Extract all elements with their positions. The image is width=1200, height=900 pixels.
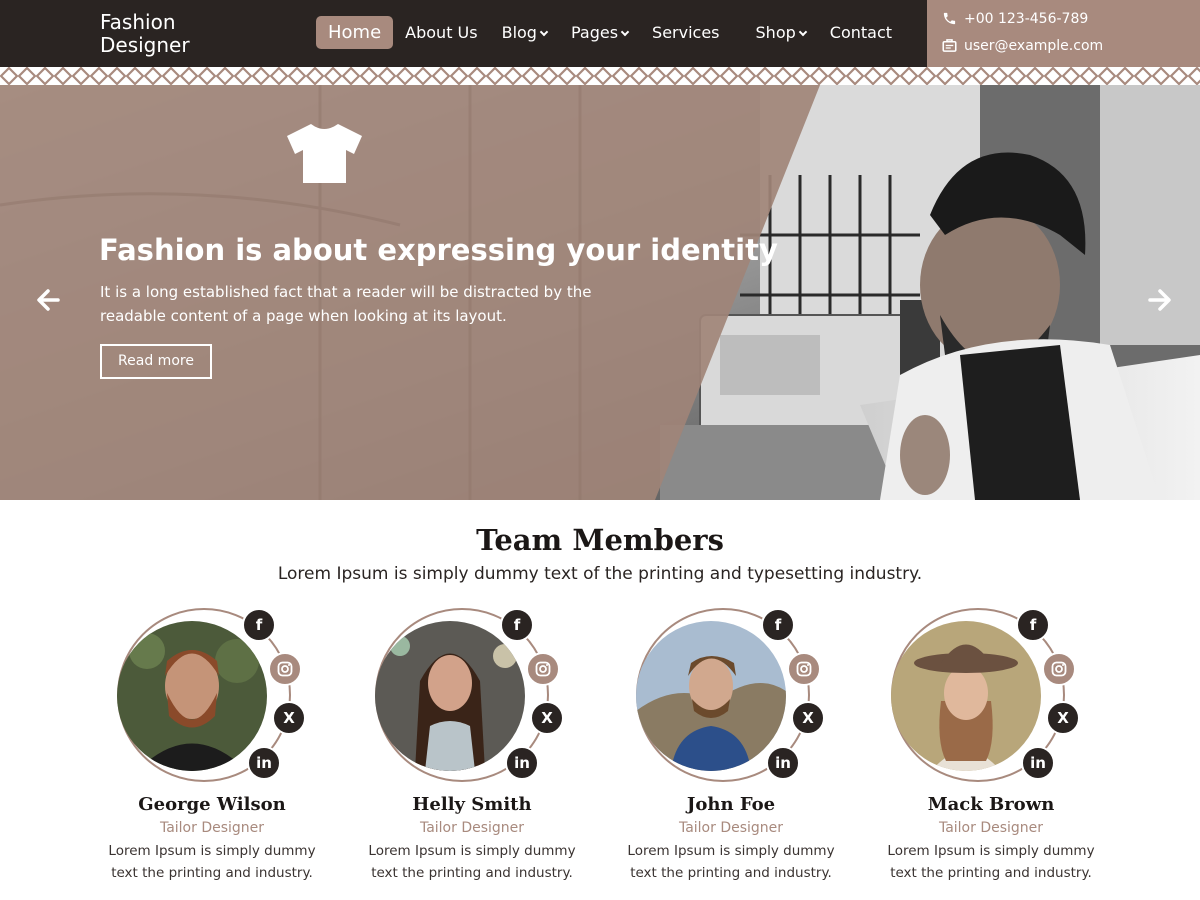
nav-services[interactable]: Services [640,16,731,49]
team-member-card: f X in John Foe Tailor Designer Lorem Ip… [601,608,861,898]
instagram-icon[interactable] [526,652,560,686]
x-icon[interactable]: X [272,701,306,735]
linkedin-icon[interactable]: in [1021,746,1055,780]
member-name: Helly Smith [412,794,532,815]
member-photo [375,621,525,771]
read-more-button[interactable]: Read more [100,344,212,379]
arrow-right-icon[interactable] [1145,285,1175,315]
nav-pages-label: Pages [570,23,619,42]
team-member-card: f X in Mack Brown Tailor Designer Lorem … [861,608,1121,898]
nav-blog-label: Blog [501,23,537,42]
linkedin-icon[interactable]: in [766,746,800,780]
nav-contact-label: Contact [829,23,893,42]
member-description: Lorem Ipsum is simply dummy text the pri… [627,843,835,881]
x-icon[interactable]: X [1046,701,1080,735]
team-section-subtitle: Lorem Ipsum is simply dummy text of the … [277,564,923,584]
instagram-icon[interactable] [787,652,821,686]
logo-line-1: Fashion [100,10,176,34]
nav-pages[interactable]: Pages [559,16,640,49]
facebook-icon[interactable]: f [1016,608,1050,642]
site-header: Fashion Designer Home About Us Blog Page… [0,0,1200,67]
header-phone[interactable]: +00 123-456-789 [942,9,1200,28]
hero-title: Fashion is about expressing your identit… [99,233,778,267]
logo-line-2: Designer [100,33,190,57]
member-name: George Wilson [138,794,286,815]
x-icon[interactable]: X [530,701,564,735]
member-role: Tailor Designer [419,820,525,836]
chevron-down-icon [539,27,549,36]
linkedin-icon[interactable]: in [247,746,281,780]
tshirt-icon [287,124,362,183]
x-icon[interactable]: X [791,701,825,735]
member-role: Tailor Designer [159,820,265,836]
header-email[interactable]: user@example.com [942,36,1200,55]
email-text: user@example.com [964,37,1104,54]
member-photo [636,621,786,771]
member-role: Tailor Designer [938,820,1044,836]
hero-description: It is a long established fact that a rea… [100,283,592,325]
member-photo [117,621,267,771]
nav-shop-label: Shop [755,23,796,42]
member-name: John Foe [686,794,776,815]
team-member-card: f X in George Wilson Tailor Designer Lor… [82,608,342,898]
nav-contact[interactable]: Contact [818,16,904,49]
nav-blog[interactable]: Blog [490,16,559,49]
instagram-icon[interactable] [1042,652,1076,686]
facebook-icon[interactable]: f [761,608,795,642]
nav-services-label: Services [652,23,720,42]
linkedin-icon[interactable]: in [505,746,539,780]
nav-shop[interactable]: Shop [744,16,818,49]
nav-home-label: Home [328,22,382,43]
decorative-border [0,67,1200,85]
hero-slider: Fashion is about expressing your identit… [0,85,1200,500]
member-role: Tailor Designer [678,820,784,836]
member-description: Lorem Ipsum is simply dummy text the pri… [887,843,1095,881]
arrow-left-icon[interactable] [33,285,63,315]
facebook-icon[interactable]: f [500,608,534,642]
email-icon [942,39,957,52]
chevron-down-icon [798,27,808,36]
header-contact-box: +00 123-456-789 user@example.com [927,0,1200,67]
nav-about-label: About Us [405,23,478,42]
main-nav: Home About Us Blog Pages Services Shop C… [316,16,904,49]
phone-text: +00 123-456-789 [964,10,1089,27]
team-member-card: f X in Helly Smith Tailor Designer Lorem… [342,608,602,898]
team-section-title: Team Members [476,523,724,557]
phone-icon [943,12,956,25]
nav-about-us[interactable]: About Us [393,16,489,49]
member-photo [891,621,1041,771]
site-logo[interactable]: Fashion Designer [100,11,190,57]
member-name: Mack Brown [927,794,1055,815]
facebook-icon[interactable]: f [242,608,276,642]
member-description: Lorem Ipsum is simply dummy text the pri… [108,843,316,881]
nav-home[interactable]: Home [316,16,394,49]
instagram-icon[interactable] [268,652,302,686]
chevron-down-icon [620,27,630,36]
member-description: Lorem Ipsum is simply dummy text the pri… [368,843,576,881]
